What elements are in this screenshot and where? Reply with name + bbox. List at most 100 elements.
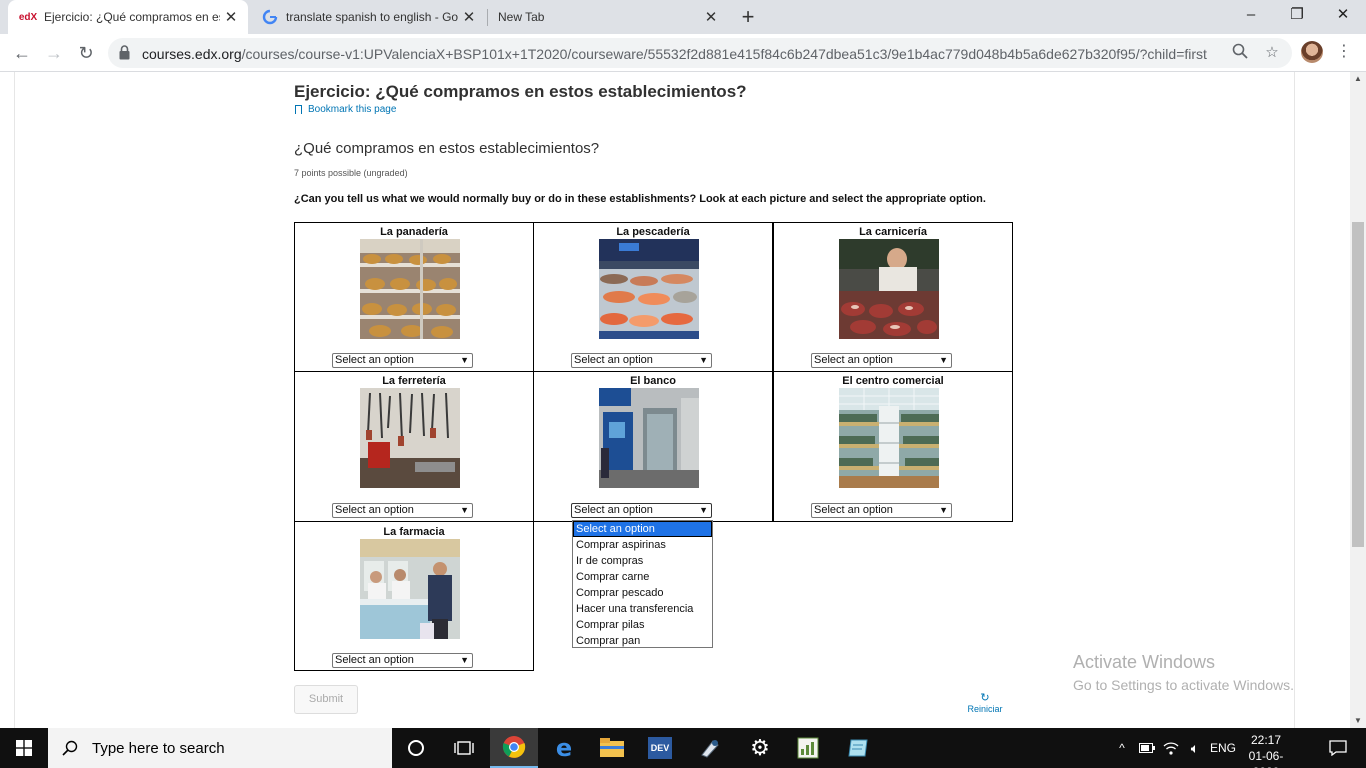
bank-photo [599,388,699,488]
tray-expand-icon[interactable]: ^ [1112,728,1132,768]
close-icon[interactable]: ✕ [700,8,722,26]
answer-select[interactable]: Select an option ▼ [571,353,712,368]
establishment-caption: El centro comercial [842,375,944,387]
taskbar-search-box[interactable]: Type here to search [48,728,392,768]
dev-tool-icon[interactable]: DEV [636,728,684,768]
restore-icon[interactable]: ❐ [1274,0,1320,30]
establishment-caption: La farmacia [383,526,445,538]
dropdown-option[interactable]: Comprar pan [573,633,712,649]
address-bar[interactable]: courses.edx.org/courses/course-v1:UPVale… [108,38,1292,68]
volume-icon[interactable]: 🔈︎ [1184,728,1206,768]
edge-icon[interactable]: e [540,728,588,768]
establishment-cell: La farmacia Select an option ▼ [294,521,534,671]
fish-market-photo [599,239,699,339]
activate-windows-watermark: Activate Windows Go to Settings to activ… [1073,652,1294,693]
clock-time: 22:17 [1250,733,1282,747]
bookmark-label: Bookmark this page [308,104,397,115]
task-view-icon[interactable] [440,728,488,768]
dropdown-option[interactable]: Comprar aspirinas [573,537,712,553]
dropdown-option[interactable]: Select an option [573,521,712,537]
instructions-text: ¿Can you tell us what we would normally … [294,193,986,205]
dropdown-option[interactable]: Comprar pilas [573,617,712,633]
chevron-down-icon: ▼ [699,355,708,365]
battery-icon[interactable] [1136,728,1158,768]
establishment-cell: La panadería Select an option ▼ [294,222,534,372]
reload-icon[interactable]: ↻ [73,40,99,66]
refresh-icon: ↻ [980,692,990,704]
bookmark-link[interactable]: Bookmark this page [295,104,396,115]
dropdown-option[interactable]: Comprar pescado [573,585,712,601]
answer-select[interactable]: Select an option ▼ [332,353,473,368]
browser-toolbar: ← → ↻ courses.edx.org/courses/course-v1:… [0,34,1366,72]
tab-google-translate[interactable]: translate spanish to english - Goo ✕ [250,0,486,34]
answer-select[interactable]: Select an option ▼ [811,503,952,518]
google-g-icon [262,9,278,25]
more-menu-icon[interactable]: ⋮ [1336,42,1352,62]
tab-new-tab[interactable]: New Tab ✕ [488,0,728,34]
window-close-icon[interactable]: ✕ [1320,0,1366,30]
file-explorer-icon[interactable] [588,728,636,768]
bookmark-icon [295,105,302,114]
notifications-icon[interactable] [1318,728,1358,768]
browser-tabstrip: edX Ejercicio: ¿Qué compramos en es ✕ tr… [0,0,1366,34]
dropdown-option[interactable]: Hacer una transferencia [573,601,712,617]
close-icon[interactable]: ✕ [458,8,480,26]
establishment-caption: El banco [630,375,676,387]
spreadsheet-icon[interactable] [784,728,832,768]
answer-select[interactable]: Select an option ▼ [332,653,473,668]
search-icon [62,740,78,756]
establishment-caption: La carnicería [859,226,927,238]
dropdown-option[interactable]: Ir de compras [573,553,712,569]
clock-date: 01-06-2020 [1248,749,1284,768]
unit-title: Ejercicio: ¿Qué compramos en estos estab… [294,82,747,101]
cortana-icon[interactable] [392,728,440,768]
wifi-icon[interactable] [1160,728,1182,768]
close-icon[interactable]: ✕ [220,8,242,26]
chevron-down-icon: ▼ [699,505,708,515]
establishment-cell: El centro comercial Select an option ▼ [773,371,1013,522]
scroll-down-arrow-icon[interactable]: ▼ [1350,714,1366,728]
establishment-caption: La ferretería [382,375,446,387]
zoom-icon[interactable] [1230,43,1250,63]
notepad-icon[interactable] [834,728,882,768]
minimize-icon[interactable]: – [1228,0,1274,30]
establishment-cell: La carnicería Select an option ▼ [773,222,1013,372]
tab-edx-exercise[interactable]: edX Ejercicio: ¿Qué compramos en es ✕ [8,0,248,34]
profile-avatar[interactable] [1301,41,1323,63]
establishment-cell: La pescadería Select an option ▼ [533,222,773,372]
butcher-photo [839,239,939,339]
chrome-icon[interactable] [490,728,538,768]
answer-select-open[interactable]: Select an option ▼ [571,503,712,518]
taskbar-search-placeholder: Type here to search [92,739,225,757]
reset-label: Reiniciar [967,704,1003,714]
establishment-cell: El banco Select an option ▼ [533,371,773,522]
tab-title: translate spanish to english - Goo [286,10,458,24]
answer-select[interactable]: Select an option ▼ [811,353,952,368]
dropdown-option[interactable]: Comprar carne [573,569,712,585]
establishment-caption: La panadería [380,226,448,238]
watermark-title: Activate Windows [1073,652,1216,672]
reset-button[interactable]: ↻ Reiniciar [962,692,1008,714]
star-icon[interactable]: ☆ [1262,43,1282,63]
app-pen-icon[interactable] [686,728,734,768]
scroll-up-arrow-icon[interactable]: ▲ [1350,72,1366,86]
answer-select[interactable]: Select an option ▼ [332,503,473,518]
edx-logo-icon: edX [18,11,38,23]
submit-button[interactable]: Submit [294,685,358,714]
problem-title: ¿Qué compramos en estos establecimientos… [294,140,600,157]
lock-icon [119,45,130,60]
chevron-down-icon: ▼ [460,505,469,515]
forward-arrow-icon[interactable]: → [41,40,67,66]
watermark-subtitle: Go to Settings to activate Windows. [1073,677,1294,693]
language-indicator[interactable]: ENG [1208,728,1238,768]
settings-gear-icon[interactable]: ⚙ [736,728,784,768]
windows-start-icon[interactable] [0,728,48,768]
system-clock[interactable]: 22:17 01-06-2020 [1236,732,1296,768]
page-scrollbar[interactable]: ▲ ▼ [1350,72,1366,728]
scrollbar-thumb[interactable] [1352,222,1364,547]
new-tab-button[interactable]: + [737,4,759,30]
establishment-cell: La ferretería Select an option ▼ [294,371,534,522]
back-arrow-icon[interactable]: ← [9,40,35,66]
pharmacy-photo [360,539,460,639]
chevron-down-icon: ▼ [460,355,469,365]
